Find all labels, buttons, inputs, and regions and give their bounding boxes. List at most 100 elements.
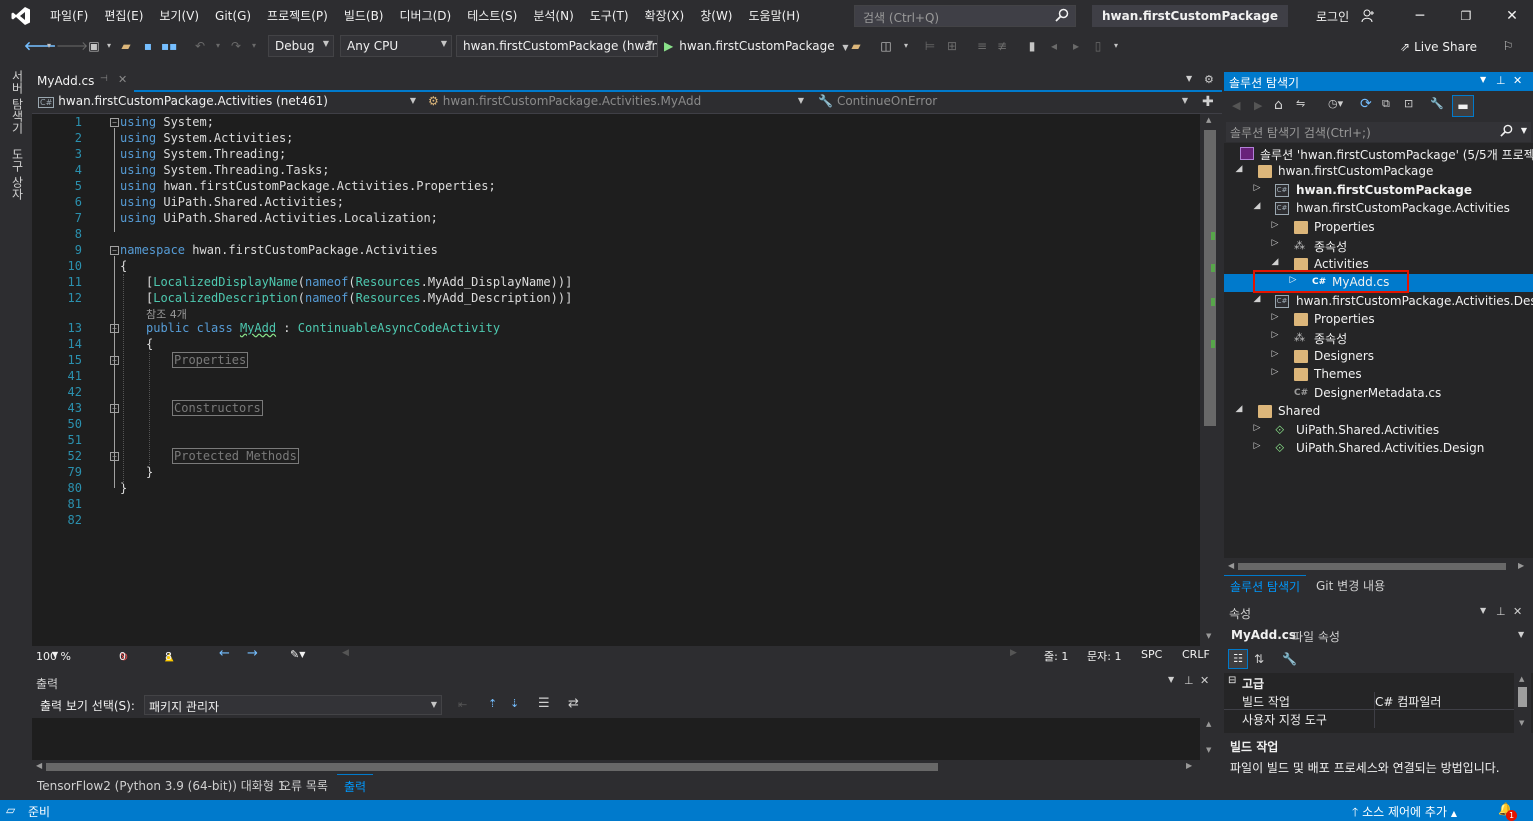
redo-icon[interactable]: ↷ <box>228 38 244 54</box>
goto-message-icon[interactable]: ⇤ <box>458 698 467 711</box>
comment-icon[interactable]: ≡ <box>974 38 990 54</box>
menu-extensions[interactable]: 확장(X) <box>637 0 693 32</box>
live-share-button[interactable]: ⇗ Live Share <box>1400 40 1477 54</box>
collapsed-arrow-icon[interactable]: ▷ <box>1270 349 1280 359</box>
notifications-button[interactable]: 🔔 1 <box>1498 802 1517 821</box>
scroll-up-icon[interactable]: ▲ <box>1206 116 1211 124</box>
menu-edit[interactable]: 편집(E) <box>96 0 151 32</box>
tab-solution-explorer[interactable]: 솔루션 탐색기 <box>1224 575 1307 595</box>
save-all-icon[interactable]: ▪▪ <box>161 38 177 54</box>
menu-git[interactable]: Git(G) <box>207 0 259 32</box>
tree-item-project[interactable]: ◢ C# hwan.firstCustomPackage.Activities <box>1224 200 1533 218</box>
new-dropdown-icon[interactable]: ▾ <box>101 38 117 54</box>
server-explorer-tab[interactable]: 서버 탐색기 <box>9 70 26 134</box>
scrollbar-thumb[interactable] <box>46 763 938 771</box>
collapsed-arrow-icon[interactable]: ▷ <box>1270 312 1280 322</box>
gear-icon[interactable]: ⚙ <box>1204 73 1214 86</box>
panel-menu-icon[interactable]: ▼ <box>1480 75 1486 84</box>
scroll-right-icon[interactable]: ▶ <box>1186 761 1192 770</box>
menu-view[interactable]: 보기(V) <box>151 0 207 32</box>
new-project-icon[interactable]: ▣ <box>86 38 102 54</box>
menu-project[interactable]: 프로젝트(P) <box>259 0 336 32</box>
scroll-down-icon[interactable]: ▼ <box>1519 719 1524 727</box>
clear-all-icon[interactable]: ☰ <box>538 696 550 711</box>
properties-scrollbar[interactable]: ▲ ▼ <box>1514 673 1531 733</box>
code-cleanup-icon[interactable]: ✎ ▼ <box>290 648 305 661</box>
collapsed-arrow-icon[interactable]: ▷ <box>1270 330 1280 340</box>
close-icon[interactable]: ✕ <box>1513 74 1522 87</box>
scroll-right-icon[interactable]: ▶ <box>1518 561 1524 570</box>
alphabetical-icon[interactable]: ⇅ <box>1254 652 1264 666</box>
property-row[interactable]: 사용자 지정 도구 <box>1224 710 1514 728</box>
toolbar-overflow-icon[interactable]: ▾ <box>1108 38 1124 54</box>
column-indicator[interactable]: 문자: 1 <box>1087 648 1121 664</box>
collapsed-region-constructors[interactable]: Constructors <box>172 400 263 416</box>
close-window-button[interactable]: ✕ <box>1489 0 1533 32</box>
pending-changes-filter-icon[interactable]: ◷▾ <box>1328 97 1343 110</box>
tree-item-folder[interactable]: ▷ Designers <box>1224 348 1533 366</box>
tree-item-folder[interactable]: ◢ Shared <box>1224 403 1533 421</box>
collapse-category-icon[interactable]: ⊟ <box>1228 675 1236 686</box>
menu-tools[interactable]: 도구(T) <box>582 0 637 32</box>
clear-bookmarks-icon[interactable]: ▯ <box>1090 38 1106 54</box>
pin-icon[interactable]: ⊥ <box>1496 605 1506 618</box>
minimize-button[interactable]: ─ <box>1397 0 1443 32</box>
expanded-arrow-icon[interactable]: ◢ <box>1234 404 1244 414</box>
tree-item-file[interactable]: C# DesignerMetadata.cs <box>1224 385 1533 403</box>
source-control-button[interactable]: 🡑 소스 제어에 추가 ▲ <box>1352 803 1457 821</box>
word-wrap-icon[interactable]: ⇄ <box>568 696 579 711</box>
switch-views-icon[interactable]: ⇋ <box>1296 97 1305 110</box>
collapsed-arrow-icon[interactable]: ▷ <box>1270 367 1280 377</box>
line-indicator[interactable]: 줄: 1 <box>1044 648 1068 664</box>
search-options-icon[interactable]: ▼ <box>1521 126 1527 135</box>
scroll-right-icon[interactable]: ▶ <box>1010 648 1017 658</box>
expanded-arrow-icon[interactable]: ◢ <box>1252 201 1262 211</box>
expanded-arrow-icon[interactable]: ◢ <box>1234 164 1244 174</box>
menu-window[interactable]: 창(W) <box>692 0 740 32</box>
show-all-files-icon[interactable]: ⊡ <box>1404 97 1413 110</box>
scroll-left-icon[interactable]: ◀ <box>36 761 42 770</box>
undo-dropdown-icon[interactable]: ▾ <box>210 38 226 54</box>
visual-studio-logo-icon[interactable] <box>0 0 42 32</box>
tab-output[interactable]: 출력 <box>337 774 374 796</box>
pin-icon[interactable]: ⊥ <box>1496 74 1506 87</box>
editor-vertical-scrollbar[interactable]: ▲ ▼ <box>1200 114 1222 646</box>
tree-item-solution[interactable]: 솔루션 'hwan.firstCustomPackage' (5/5개 프로젝트 <box>1224 145 1533 163</box>
distribute-icon[interactable]: ⊞ <box>944 38 960 54</box>
close-tab-icon[interactable]: ✕ <box>118 73 127 86</box>
tree-item-folder[interactable]: ▷ Themes <box>1224 366 1533 384</box>
code-editor[interactable]: 1 2 3 4 5 6 7 8 9 10 11 12 13 14 15 41 4… <box>32 114 1200 646</box>
scroll-left-icon[interactable]: ◀ <box>342 648 349 658</box>
tab-list-dropdown-icon[interactable]: ▼ <box>1186 74 1192 83</box>
tree-item-project[interactable]: ◢ C# hwan.firstCustomPackage.Activities.… <box>1224 293 1533 311</box>
scrollbar-thumb[interactable] <box>1238 563 1506 570</box>
platform-select[interactable]: Any CPU ▼ <box>340 35 452 57</box>
scroll-down-icon[interactable]: ▼ <box>1206 632 1211 640</box>
back-icon[interactable]: 🡐 <box>24 38 56 54</box>
expanded-arrow-icon[interactable]: ◢ <box>1270 257 1280 267</box>
undo-icon[interactable]: ↶ <box>192 38 208 54</box>
property-row[interactable]: 빌드 작업 C# 컴파일러 <box>1224 692 1514 710</box>
pin-icon[interactable]: ⊥ <box>1184 674 1194 687</box>
panel-menu-icon[interactable]: ▼ <box>1168 675 1174 684</box>
tree-item-shared-project[interactable]: ▷ ⟐ UiPath.Shared.Activities <box>1224 422 1533 440</box>
preview-selected-items-icon[interactable]: ▬ <box>1452 95 1474 117</box>
split-editor-icon[interactable]: ✚ <box>1202 94 1214 110</box>
tab-error-list[interactable]: 오류 목록 <box>280 777 328 794</box>
configuration-select[interactable]: Debug ▼ <box>268 35 334 57</box>
categorized-icon[interactable]: ☷ <box>1228 649 1248 669</box>
tab-myadd-cs[interactable]: MyAdd.cs ⊣ ✕ <box>32 70 134 92</box>
collapsed-region-properties[interactable]: Properties <box>172 352 249 368</box>
login-button[interactable]: 로그인 <box>1316 8 1375 25</box>
previous-issue-icon[interactable]: ← <box>219 646 230 661</box>
tree-item-shared-project[interactable]: ▷ ⟐ UiPath.Shared.Activities.Design <box>1224 440 1533 458</box>
menu-file[interactable]: 파일(F) <box>42 0 96 32</box>
collapsed-arrow-icon[interactable]: ▷ <box>1252 183 1262 193</box>
close-icon[interactable]: ✕ <box>1200 674 1209 687</box>
scroll-up-icon[interactable]: ▲ <box>1519 675 1524 683</box>
startup-project-select[interactable]: hwan.firstCustomPackage (hwan.f ▼ <box>456 35 658 57</box>
align-icon[interactable]: ⊨ <box>922 38 938 54</box>
close-icon[interactable]: ✕ <box>1513 605 1522 618</box>
tree-item-dependencies[interactable]: ▷ ⁂ 종속성 <box>1224 329 1533 347</box>
open-folder-icon[interactable]: ▰ <box>118 38 134 54</box>
